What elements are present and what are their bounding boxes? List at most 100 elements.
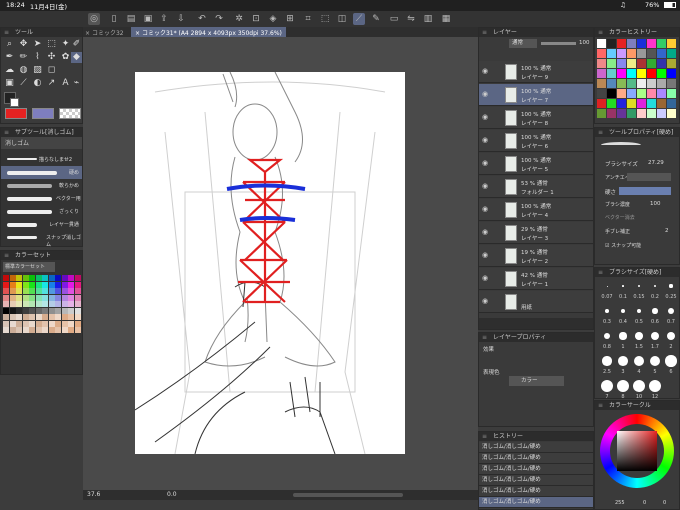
- color-set-selector[interactable]: 標準カラーセット: [3, 262, 55, 272]
- color-history-swatch[interactable]: [637, 79, 646, 88]
- color-history-swatch[interactable]: [637, 39, 646, 48]
- hardness-selector[interactable]: [619, 187, 671, 195]
- color-set-swatch[interactable]: [61, 281, 68, 288]
- color-set-swatch[interactable]: [74, 301, 81, 307]
- color-set-swatch[interactable]: [55, 301, 61, 307]
- color-history-swatch[interactable]: [607, 39, 616, 48]
- flip-icon[interactable]: ⇋: [405, 13, 417, 25]
- color-set-swatch[interactable]: [22, 327, 29, 333]
- brush-size-dot[interactable]: [606, 285, 608, 287]
- color-set-swatch[interactable]: [42, 314, 48, 320]
- color-history-swatch[interactable]: [597, 89, 606, 98]
- layer-row[interactable]: ◉ 53 % 通常 フォルダー 1: [479, 176, 593, 198]
- color-history-swatch[interactable]: [637, 109, 646, 118]
- brush-size-dot[interactable]: [633, 355, 645, 367]
- eye-icon[interactable]: ◉: [482, 136, 488, 144]
- color-set-swatch[interactable]: [35, 275, 42, 281]
- color-history-swatch[interactable]: [657, 99, 666, 108]
- eye-icon[interactable]: ◉: [482, 113, 488, 121]
- color-history-swatch[interactable]: [607, 99, 616, 108]
- color-set-swatch[interactable]: [55, 320, 61, 327]
- color-mode-select[interactable]: カラー: [509, 376, 564, 386]
- brush-size-dot[interactable]: [617, 380, 629, 392]
- brush-size-dot[interactable]: [619, 332, 627, 340]
- history-item[interactable]: 消しゴム/消しゴム/硬め: [479, 442, 593, 453]
- brush-size-dot[interactable]: [649, 380, 661, 392]
- color-set-swatch[interactable]: [29, 327, 35, 333]
- color-set-swatch[interactable]: [61, 275, 68, 281]
- brush-size-dot[interactable]: [653, 284, 657, 288]
- color-history-swatch[interactable]: [597, 49, 606, 58]
- s-value[interactable]: 0: [643, 500, 646, 506]
- color-set-swatch[interactable]: [61, 301, 68, 307]
- color-set-swatch[interactable]: [74, 288, 81, 294]
- color-set-swatch[interactable]: [29, 288, 35, 294]
- color-set-swatch[interactable]: [74, 320, 81, 327]
- color-set-swatch[interactable]: [68, 281, 74, 288]
- color-history-swatch[interactable]: [657, 69, 666, 78]
- color-set-swatch[interactable]: [68, 275, 74, 281]
- color-set-swatch[interactable]: [9, 301, 16, 307]
- color-set-swatch[interactable]: [16, 288, 22, 294]
- color-history-swatch[interactable]: [667, 89, 676, 98]
- color-set-swatch[interactable]: [74, 307, 81, 314]
- balloon-icon[interactable]: ◐: [32, 78, 43, 89]
- brush-size-dot[interactable]: [637, 284, 641, 288]
- invert-icon[interactable]: ◫: [336, 13, 348, 25]
- pen-icon[interactable]: ✎: [370, 13, 382, 25]
- layer-row[interactable]: ◉ 100 % 通常 レイヤー 4: [479, 199, 593, 221]
- color-history-swatch[interactable]: [637, 99, 646, 108]
- color-set-swatch[interactable]: [48, 307, 55, 314]
- color-set-swatch[interactable]: [55, 281, 61, 288]
- color-set-swatch[interactable]: [61, 314, 68, 320]
- color-history-swatch[interactable]: [607, 59, 616, 68]
- brush-size-dot[interactable]: [602, 356, 612, 366]
- history-item[interactable]: 消しゴム/消しゴム/硬め: [479, 464, 593, 475]
- color-set-swatch[interactable]: [9, 294, 16, 301]
- color-history-swatch[interactable]: [627, 89, 636, 98]
- zoom-value[interactable]: 37.6: [87, 491, 100, 498]
- text-tool-icon[interactable]: A: [60, 78, 71, 89]
- color-history-swatch[interactable]: [657, 39, 666, 48]
- color-history-swatch[interactable]: [667, 109, 676, 118]
- decoration-icon[interactable]: ✿: [60, 52, 71, 63]
- color-set-swatch[interactable]: [22, 294, 29, 301]
- color-set-swatch[interactable]: [35, 294, 42, 301]
- color-set-swatch[interactable]: [29, 301, 35, 307]
- h-value[interactable]: 255: [615, 500, 625, 506]
- zoom-icon[interactable]: ⌕: [4, 39, 15, 50]
- color-set-swatch[interactable]: [35, 281, 42, 288]
- grid-icon[interactable]: ▦: [440, 13, 452, 25]
- color-set-swatch[interactable]: [29, 294, 35, 301]
- color-set-swatch[interactable]: [29, 281, 35, 288]
- tab-comic31[interactable]: × コミック31* (A4 2894 x 4093px 350dpi 37.6%…: [131, 27, 286, 37]
- eye-icon[interactable]: ◉: [482, 297, 488, 305]
- export-icon[interactable]: ⇪: [158, 13, 170, 25]
- color-set-swatch[interactable]: [3, 327, 9, 333]
- app-menu-icon[interactable]: ◎: [88, 13, 100, 25]
- subtool-item[interactable]: ベクター用: [1, 192, 82, 205]
- airbrush-icon[interactable]: ✣: [46, 52, 57, 63]
- brush-size-grid[interactable]: 0.07 0.1 0.15 0.2 0.25 0.3 0.4 0.5 0.6 0.7 0.8 1 1.5…: [595, 280, 680, 400]
- eye-icon[interactable]: ◉: [482, 274, 488, 282]
- brush-tool-icon[interactable]: ⌇: [32, 52, 43, 63]
- color-set-swatch[interactable]: [61, 320, 68, 327]
- color-set-swatch[interactable]: [48, 294, 55, 301]
- eraser-tool-icon[interactable]: ◆: [71, 52, 82, 63]
- color-history-swatch[interactable]: [647, 69, 656, 78]
- color-set-swatch[interactable]: [35, 320, 42, 327]
- color-set-swatch[interactable]: [55, 288, 61, 294]
- color-set-swatch[interactable]: [3, 288, 9, 294]
- color-set-swatch[interactable]: [74, 314, 81, 320]
- color-set-swatch[interactable]: [48, 281, 55, 288]
- color-set-swatch[interactable]: [16, 281, 22, 288]
- brush-size-dot[interactable]: [668, 308, 674, 314]
- color-set-swatch[interactable]: [9, 281, 16, 288]
- brush-size-dot[interactable]: [650, 331, 660, 341]
- color-set-swatch[interactable]: [55, 307, 61, 314]
- pencil-tool-icon[interactable]: ✏: [18, 52, 29, 63]
- color-set-swatch[interactable]: [61, 307, 68, 314]
- color-set-swatch[interactable]: [22, 275, 29, 281]
- move-icon[interactable]: ✥: [18, 39, 29, 50]
- history-item[interactable]: 消しゴム/消しゴム/硬め: [479, 497, 593, 508]
